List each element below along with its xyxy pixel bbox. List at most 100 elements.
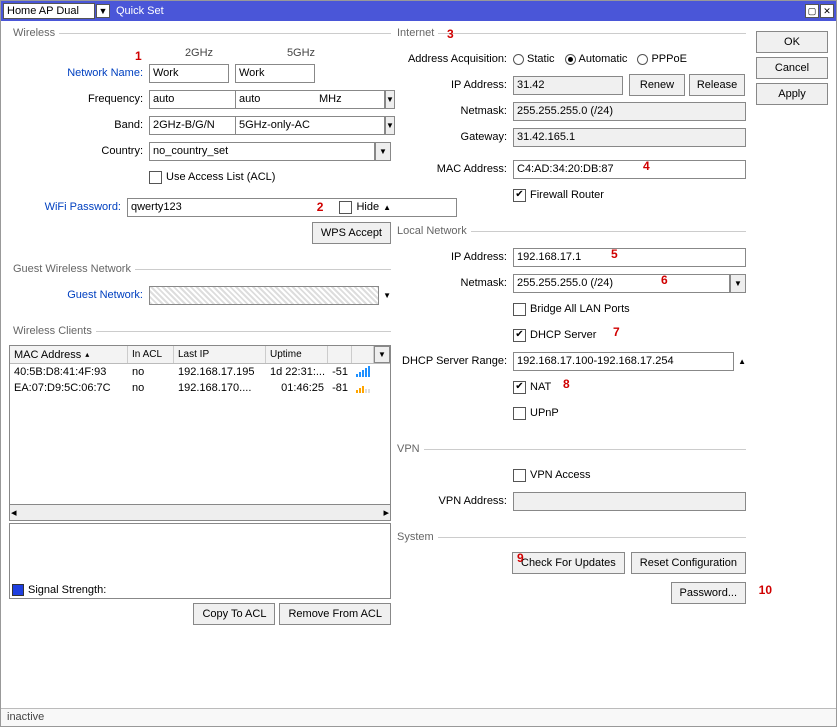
col-signal[interactable] — [328, 346, 352, 363]
window-close-icon[interactable]: ✕ — [820, 4, 834, 18]
password-button[interactable]: Password... — [671, 582, 746, 604]
network-name-2g[interactable] — [149, 64, 229, 83]
vpn-address-label: VPN Address: — [393, 495, 513, 507]
col-acl[interactable]: In ACL — [128, 346, 174, 363]
vpn-access-checkbox[interactable] — [513, 469, 526, 482]
acl-checkbox[interactable] — [149, 171, 162, 184]
country-label: Country: — [9, 145, 149, 157]
status-text: inactive — [7, 711, 44, 723]
bridge-checkbox[interactable] — [513, 303, 526, 316]
chevron-down-icon[interactable]: ▼ — [383, 291, 391, 300]
annotation-7: 7 — [613, 325, 620, 339]
renew-button[interactable]: Renew — [629, 74, 685, 96]
action-buttons: OK Cancel Apply — [756, 31, 828, 109]
clients-table: MAC Address▴ In ACL Last IP Uptime ▼ 40:… — [9, 345, 391, 505]
internet-ip-input — [513, 76, 623, 95]
dhcp-checkbox[interactable] — [513, 329, 526, 342]
release-button[interactable]: Release — [689, 74, 745, 96]
reset-config-button[interactable]: Reset Configuration — [631, 552, 746, 574]
annotation-10: 10 — [759, 583, 772, 597]
network-name-5g[interactable] — [235, 64, 315, 83]
radio-automatic[interactable] — [565, 54, 576, 65]
col-lastip[interactable]: Last IP — [174, 346, 266, 363]
col-uptime[interactable]: Uptime — [266, 346, 328, 363]
guest-network-input[interactable] — [149, 286, 379, 305]
status-bar: inactive — [1, 708, 836, 726]
local-ip-label: IP Address: — [393, 251, 513, 263]
mode-select[interactable]: Home AP Dual — [3, 3, 95, 19]
chevron-up-icon[interactable]: ▲ — [738, 357, 746, 366]
internet-mac-input[interactable] — [513, 160, 746, 179]
annotation-8: 8 — [563, 377, 570, 391]
system-group: System 9 Check For Updates Reset Configu… — [393, 531, 746, 617]
wps-accept-button[interactable]: WPS Accept — [312, 222, 391, 244]
hide-label: Hide — [356, 201, 379, 213]
copy-to-acl-button[interactable]: Copy To ACL — [193, 603, 275, 625]
local-ip-input[interactable] — [513, 248, 746, 267]
vpn-access-label: VPN Access — [530, 469, 591, 481]
col-5ghz: 5GHz — [261, 47, 341, 59]
bridge-label: Bridge All LAN Ports — [530, 303, 630, 315]
internet-ip-label: IP Address: — [393, 79, 513, 91]
table-scrollbar[interactable]: ◂▸ — [9, 505, 391, 521]
chevron-up-icon[interactable]: ▲ — [383, 203, 391, 212]
col-2ghz: 2GHz — [159, 47, 239, 59]
wireless-group: Wireless 2GHz 5GHz 1 Network Name: Frequ… — [9, 27, 391, 257]
annotation-1: 1 — [135, 49, 142, 63]
remove-from-acl-button[interactable]: Remove From ACL — [279, 603, 391, 625]
system-legend: System — [393, 531, 438, 543]
window-restore-icon[interactable]: ▢ — [805, 4, 819, 18]
cancel-button[interactable]: Cancel — [756, 57, 828, 79]
dhcp-range-input[interactable] — [513, 352, 734, 371]
annotation-5: 5 — [611, 247, 618, 261]
signal-plot: Signal Strength: — [9, 523, 391, 599]
clients-legend: Wireless Clients — [9, 325, 96, 337]
radio-static[interactable] — [513, 54, 524, 65]
col-spacer — [352, 346, 374, 363]
ok-button[interactable]: OK — [756, 31, 828, 53]
signal-color-swatch — [12, 584, 24, 596]
check-updates-button[interactable]: Check For Updates — [512, 552, 625, 574]
frequency-5g[interactable] — [235, 90, 385, 109]
columns-menu-icon[interactable]: ▼ — [374, 346, 390, 363]
annotation-6: 6 — [661, 273, 668, 287]
sort-icon: ▴ — [85, 350, 89, 359]
firewall-label: Firewall Router — [530, 189, 604, 201]
address-acquisition-label: Address Acquisition: — [393, 53, 513, 65]
dropdown-icon[interactable]: ▼ — [730, 274, 746, 293]
hide-checkbox[interactable] — [339, 201, 352, 214]
local-netmask-label: Netmask: — [393, 277, 513, 289]
firewall-checkbox[interactable] — [513, 189, 526, 202]
guest-network-label: Guest Network: — [9, 289, 149, 301]
nat-checkbox[interactable] — [513, 381, 526, 394]
mhz-label: MHz — [319, 93, 342, 105]
local-legend: Local Network — [393, 225, 471, 237]
apply-button[interactable]: Apply — [756, 83, 828, 105]
annotation-9: 9 — [517, 551, 524, 565]
signal-strength-label: Signal Strength: — [28, 584, 106, 596]
wifi-password-label: WiFi Password: — [9, 201, 127, 213]
dhcp-label: DHCP Server — [530, 329, 596, 341]
local-network-group: Local Network IP Address: 5 Netmask: ▼ 6… — [393, 225, 746, 437]
annotation-3: 3 — [447, 27, 454, 41]
mode-dropdown-icon[interactable]: ▼ — [96, 4, 110, 18]
internet-legend: Internet — [393, 27, 438, 39]
annotation-4: 4 — [643, 159, 650, 173]
guest-legend: Guest Wireless Network — [9, 263, 135, 275]
wireless-legend: Wireless — [9, 27, 59, 39]
annotation-2: 2 — [317, 200, 324, 214]
country-select[interactable] — [149, 142, 375, 161]
table-row[interactable]: 40:5B:D8:41:4F:93 no 192.168.17.195 1d 2… — [10, 364, 390, 380]
dhcp-range-label: DHCP Server Range: — [393, 355, 513, 367]
nat-label: NAT — [530, 381, 551, 393]
titlebar: Home AP Dual ▼ Quick Set ▢ ✕ — [1, 1, 836, 21]
radio-pppoe[interactable] — [637, 54, 648, 65]
upnp-checkbox[interactable] — [513, 407, 526, 420]
local-netmask-input[interactable] — [513, 274, 730, 293]
table-row[interactable]: EA:07:D9:5C:06:7C no 192.168.170.... 01:… — [10, 380, 390, 396]
col-mac[interactable]: MAC Address▴ — [10, 346, 128, 363]
dropdown-icon[interactable]: ▼ — [375, 142, 391, 161]
guest-wireless-group: Guest Wireless Network Guest Network: ▼ — [9, 263, 391, 319]
window-title: Quick Set — [116, 5, 164, 17]
band-5g[interactable] — [235, 116, 385, 135]
